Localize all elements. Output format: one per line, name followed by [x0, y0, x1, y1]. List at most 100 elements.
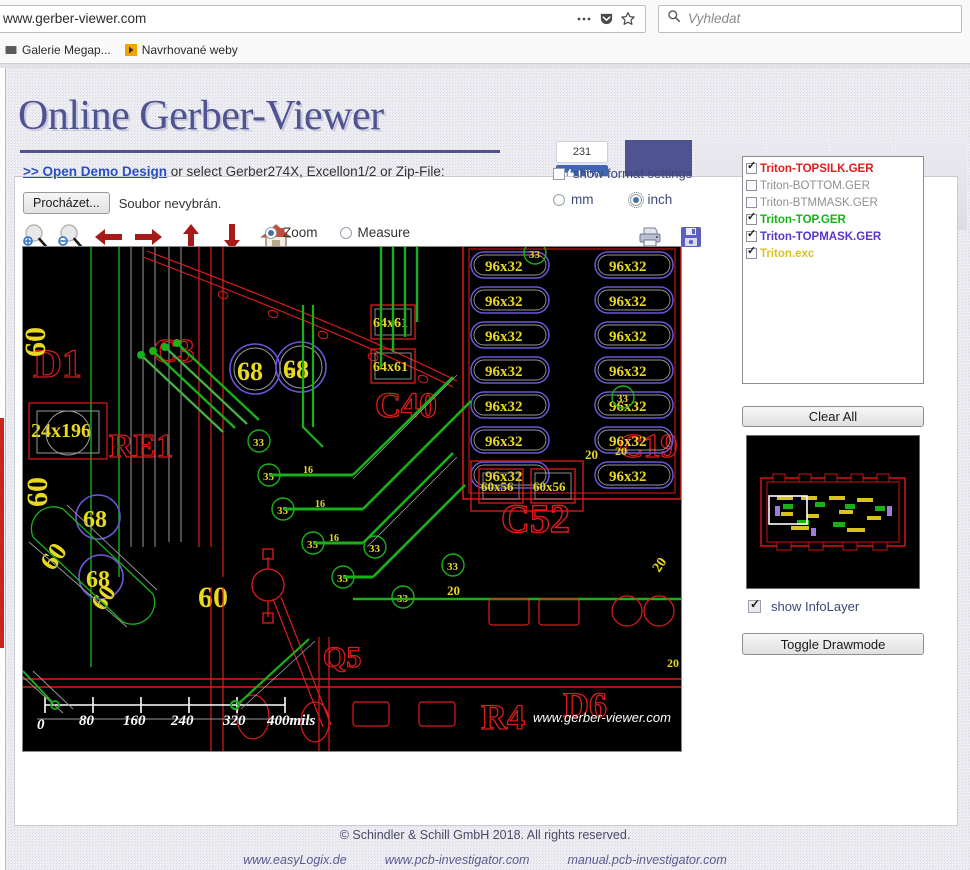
- layer-row-0[interactable]: Triton-TOPSILK.GER: [746, 160, 920, 177]
- layer-checkbox-2[interactable]: [746, 197, 757, 208]
- svg-text:33: 33: [253, 437, 265, 449]
- address-bar[interactable]: www.gerber-viewer.com: [0, 4, 646, 33]
- bookmark-item-1[interactable]: Navrhované weby: [120, 41, 243, 59]
- radio-mm[interactable]: [553, 193, 565, 206]
- svg-text:96x32: 96x32: [609, 469, 647, 485]
- layer-checkbox-0[interactable]: [746, 160, 757, 174]
- layer-row-5[interactable]: Triton.exc: [746, 245, 920, 262]
- star-icon[interactable]: [617, 8, 639, 30]
- logo-underline: [20, 150, 500, 153]
- layer-row-1[interactable]: Triton-BOTTOM.GER: [746, 177, 920, 194]
- format-settings-checkbox[interactable]: [553, 167, 565, 180]
- thumbnail-pcb: [747, 436, 919, 588]
- svg-text:80: 80: [79, 713, 95, 729]
- unit-mm-option[interactable]: mm: [553, 192, 594, 207]
- radio-zoom[interactable]: [265, 226, 277, 239]
- svg-text:11: 11: [286, 367, 298, 377]
- mode-zoom-label: Zoom: [283, 225, 318, 240]
- layer-row-4[interactable]: Triton-TOPMASK.GER: [746, 228, 920, 245]
- svg-text:RE1: RE1: [109, 428, 173, 465]
- svg-text:96x32: 96x32: [485, 259, 523, 275]
- clear-all-button[interactable]: Clear All: [742, 406, 924, 427]
- layer-checkbox-4[interactable]: [746, 228, 757, 242]
- file-chooser-row: Procházet... Soubor nevybrán.: [23, 192, 221, 214]
- svg-text:96x32: 96x32: [485, 434, 523, 450]
- mode-measure-option[interactable]: Measure: [339, 225, 411, 240]
- site-header: Online Gerber-Viewer 231 Like Share View…: [8, 68, 970, 230]
- url-bar-row: www.gerber-viewer.com Vyhledat: [0, 0, 970, 37]
- svg-text:96x32: 96x32: [485, 364, 523, 380]
- bookmark-label-0: Galerie Megap...: [22, 43, 111, 57]
- layer-checkbox-3[interactable]: [746, 211, 757, 225]
- svg-text:20: 20: [447, 583, 460, 598]
- show-infolayer-row[interactable]: show InfoLayer: [748, 597, 859, 614]
- svg-text:96x32: 96x32: [609, 294, 647, 310]
- footer-link-2[interactable]: manual.pcb-investigator.com: [567, 853, 726, 867]
- save-floppy-icon[interactable]: [680, 226, 702, 253]
- board-overview-thumbnail[interactable]: [746, 435, 920, 589]
- svg-text:320: 320: [222, 713, 246, 729]
- layer-label-2: Triton-BTMMASK.GER: [760, 196, 878, 209]
- svg-text:16: 16: [329, 533, 339, 544]
- bookmark-folder-icon: [5, 44, 17, 56]
- svg-text:400mils: 400mils: [266, 713, 316, 729]
- svg-text:96x32: 96x32: [485, 294, 523, 310]
- svg-text:33: 33: [529, 249, 541, 261]
- browse-button[interactable]: Procházet...: [23, 192, 110, 214]
- infolayer-checkbox[interactable]: [748, 597, 761, 613]
- search-bar[interactable]: Vyhledat: [658, 4, 962, 33]
- layer-label-3: Triton-TOP.GER: [760, 213, 846, 226]
- footer-link-1[interactable]: www.pcb-investigator.com: [385, 853, 530, 867]
- layer-checkbox-5[interactable]: [746, 245, 757, 259]
- svg-text:64x61: 64x61: [373, 316, 408, 331]
- unit-mm-label: mm: [571, 192, 594, 207]
- svg-text:33: 33: [307, 539, 319, 551]
- svg-text:96x32: 96x32: [609, 329, 647, 345]
- svg-text:96x32: 96x32: [485, 399, 523, 415]
- demo-instruction-rest: or select Gerber274X, Excellon1/2 or Zip…: [167, 164, 445, 179]
- radio-measure[interactable]: [339, 226, 352, 239]
- layer-row-3[interactable]: Triton-TOP.GER: [746, 211, 920, 228]
- left-edge-accent: [0, 418, 4, 648]
- bookmark-item-0[interactable]: Galerie Megap...: [0, 41, 116, 59]
- layer-checkbox-1[interactable]: [746, 180, 757, 191]
- facebook-like-count: 231: [556, 141, 608, 163]
- page-background: Online Gerber-Viewer 231 Like Share View…: [0, 68, 970, 870]
- pcb-drawing: .sr{stroke:#e01b1b;fill:none} .tg{stroke…: [23, 247, 681, 751]
- format-settings-row[interactable]: show format settings: [553, 166, 692, 181]
- pocket-icon[interactable]: [595, 8, 617, 30]
- interaction-mode-group: Zoom Measure: [265, 225, 410, 240]
- svg-text:33: 33: [337, 573, 349, 585]
- ellipsis-icon[interactable]: [573, 8, 595, 30]
- layer-label-1: Triton-BOTTOM.GER: [760, 179, 870, 192]
- bookmark-label-1: Navrhované weby: [141, 43, 238, 57]
- browser-chrome: www.gerber-viewer.com Vyhledat Galerie M…: [0, 0, 970, 68]
- toggle-drawmode-button[interactable]: Toggle Drawmode: [742, 633, 924, 655]
- layer-label-4: Triton-TOPMASK.GER: [760, 230, 882, 243]
- svg-text:0: 0: [37, 717, 45, 733]
- svg-text:96x32: 96x32: [609, 364, 647, 380]
- footer-link-0[interactable]: www.easyLogix.de: [243, 853, 347, 867]
- search-placeholder: Vyhledat: [688, 11, 741, 26]
- mode-zoom-option[interactable]: Zoom: [265, 225, 318, 240]
- svg-text:24x196: 24x196: [31, 420, 91, 442]
- unit-inch-option[interactable]: inch: [627, 191, 672, 208]
- site-footer: © Schindler & Schill GmbH 2018. All righ…: [0, 828, 970, 867]
- svg-text:33: 33: [369, 543, 381, 555]
- copyright-text: © Schindler & Schill GmbH 2018. All righ…: [339, 828, 631, 842]
- svg-text:60x56: 60x56: [533, 479, 566, 494]
- search-icon: [667, 9, 681, 28]
- svg-text:96x32: 96x32: [485, 329, 523, 345]
- url-text: www.gerber-viewer.com: [3, 11, 147, 26]
- pcb-canvas[interactable]: .sr{stroke:#e01b1b;fill:none} .tg{stroke…: [22, 246, 682, 752]
- open-demo-design-link[interactable]: >> Open Demo Design: [23, 164, 167, 179]
- layer-row-2[interactable]: Triton-BTMMASK.GER: [746, 194, 920, 211]
- mode-measure-label: Measure: [357, 225, 411, 240]
- layer-list[interactable]: Triton-TOPSILK.GER Triton-BOTTOM.GER Tri…: [742, 156, 924, 384]
- svg-text:240: 240: [170, 713, 194, 729]
- suggested-sites-icon: [124, 44, 137, 56]
- svg-text:160: 160: [123, 713, 146, 729]
- bookmarks-bar: Galerie Megap... Navrhované weby: [0, 37, 970, 63]
- svg-text:60: 60: [23, 477, 54, 507]
- radio-inch[interactable]: [627, 191, 644, 208]
